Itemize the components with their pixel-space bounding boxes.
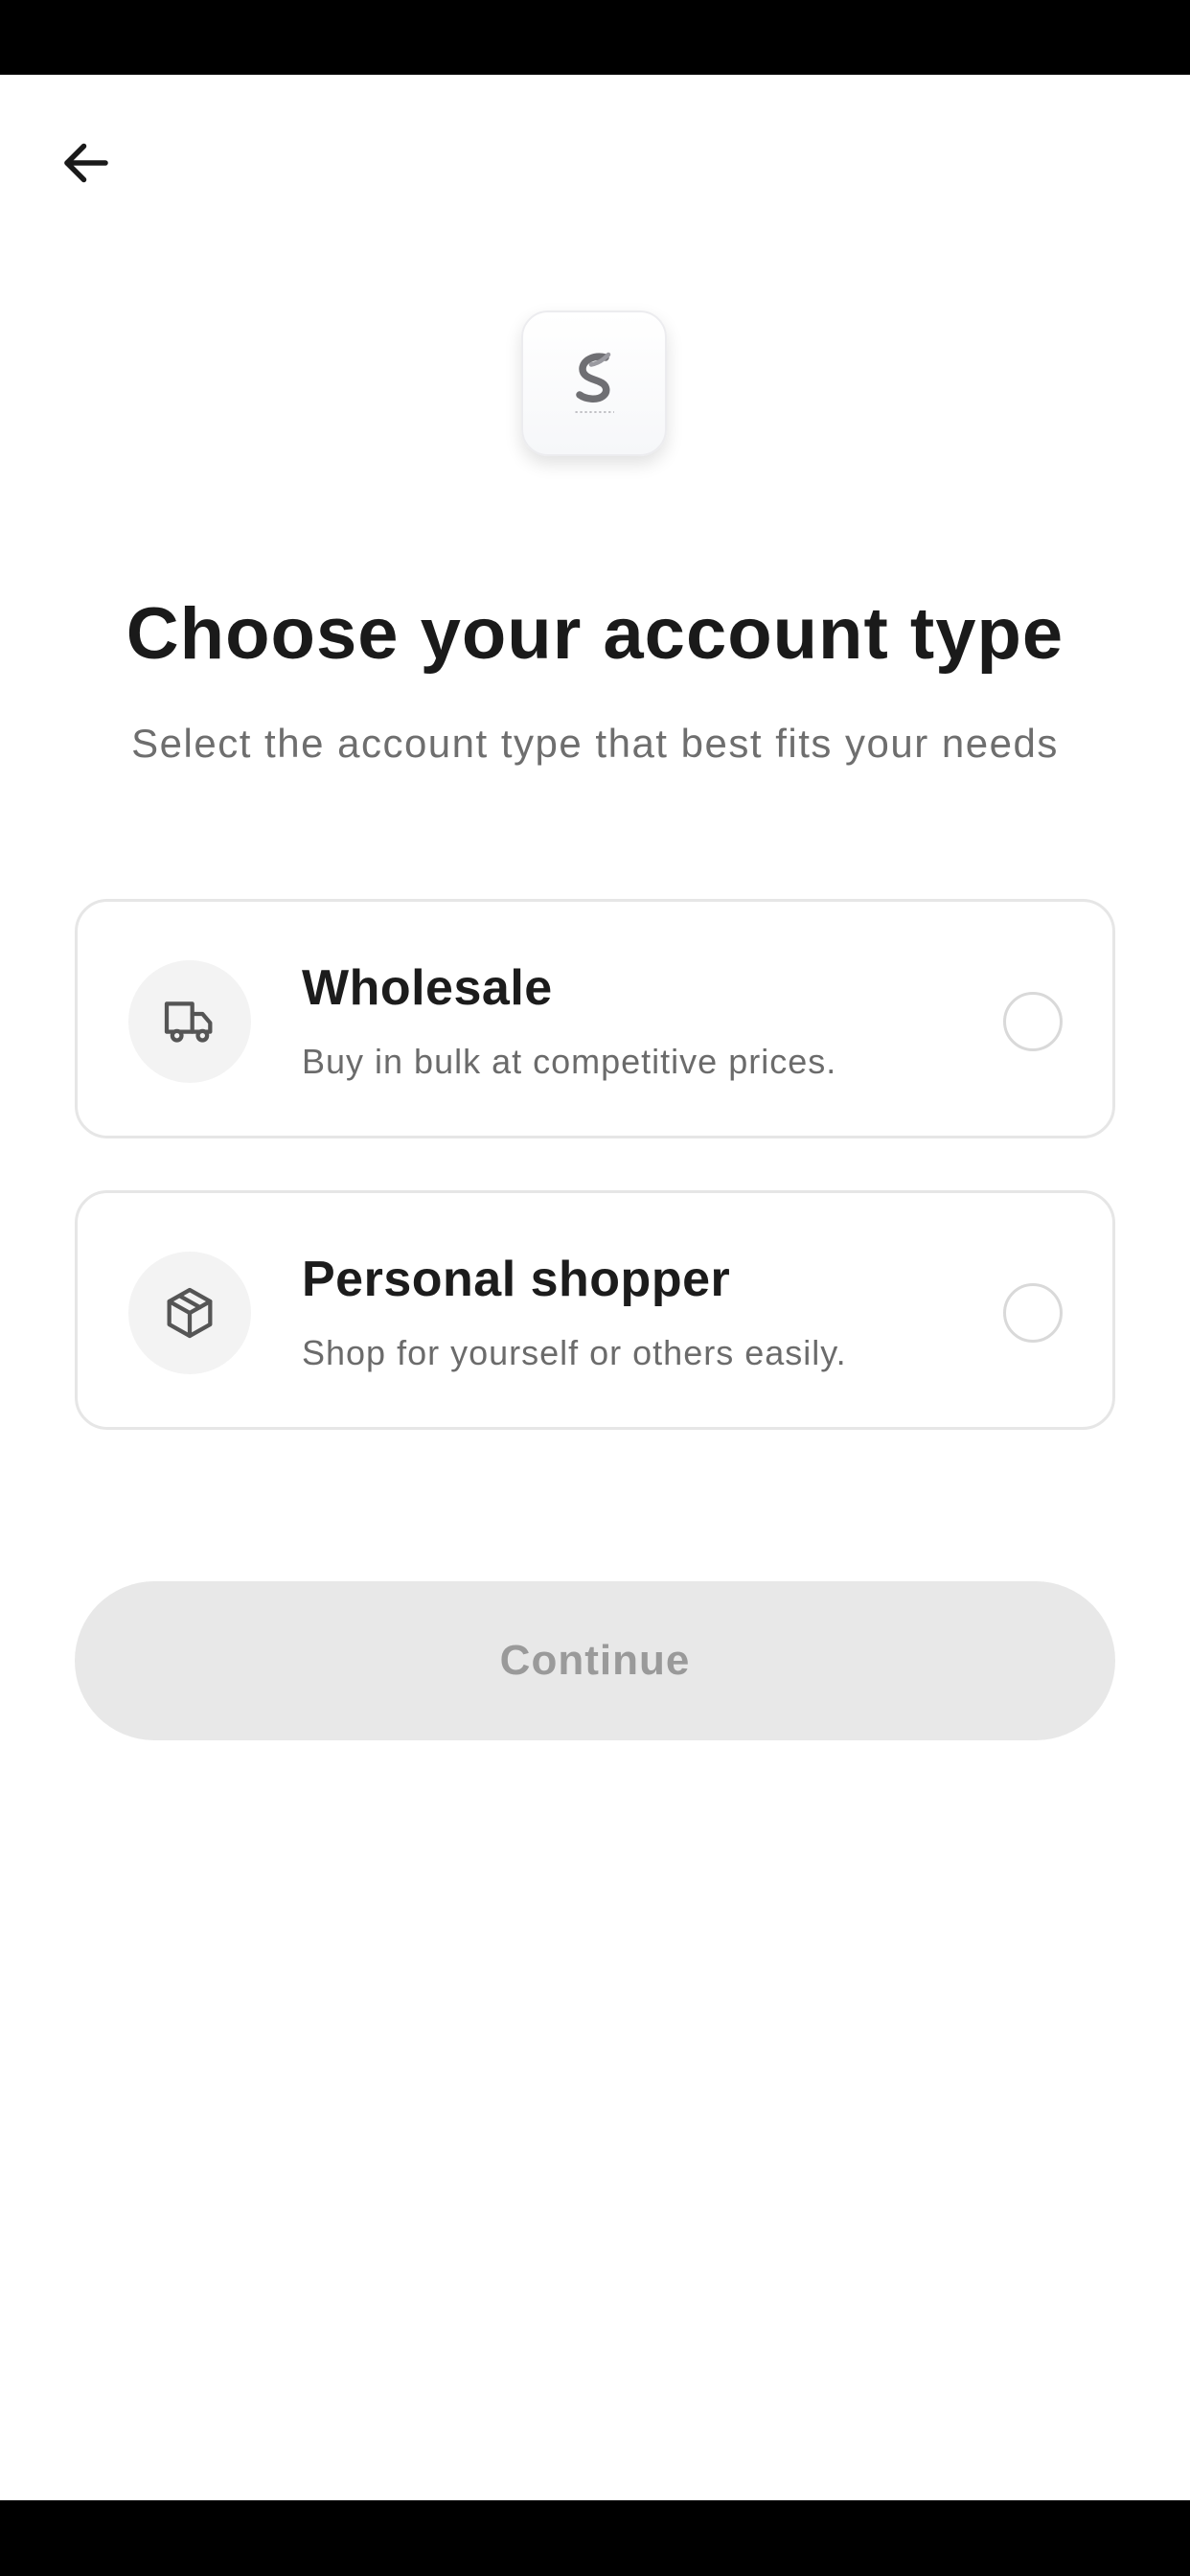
radio-wholesale[interactable]: [1003, 992, 1063, 1051]
option-card-wholesale[interactable]: Wholesale Buy in bulk at competitive pri…: [75, 899, 1115, 1138]
brand-s-logo-icon: [575, 352, 614, 413]
account-type-screen: Choose your account type Select the acco…: [0, 0, 1190, 2576]
truck-icon: [164, 1001, 213, 1043]
package-box-icon: [167, 1287, 213, 1339]
page-subtitle: Select the account type that best fits y…: [131, 721, 1059, 766]
option-description-wholesale: Buy in bulk at competitive prices.: [302, 1042, 837, 1081]
page-title: Choose your account type: [126, 593, 1064, 675]
app-logo: [521, 310, 667, 456]
continue-button[interactable]: Continue: [75, 1581, 1115, 1740]
option-description-personal-shopper: Shop for yourself or others easily.: [302, 1333, 847, 1372]
option-icon-wrapper: [128, 1252, 251, 1374]
status-bar: [0, 0, 1190, 75]
option-title-personal-shopper: Personal shopper: [302, 1252, 731, 1307]
radio-personal-shopper[interactable]: [1003, 1283, 1063, 1343]
option-title-wholesale: Wholesale: [302, 960, 553, 1016]
navigation-bar: [0, 2500, 1190, 2576]
option-card-personal-shopper[interactable]: Personal shopper Shop for yourself or ot…: [75, 1190, 1115, 1430]
back-button[interactable]: [48, 125, 125, 201]
option-icon-wrapper: [128, 960, 251, 1083]
arrow-left-icon: [64, 143, 108, 183]
